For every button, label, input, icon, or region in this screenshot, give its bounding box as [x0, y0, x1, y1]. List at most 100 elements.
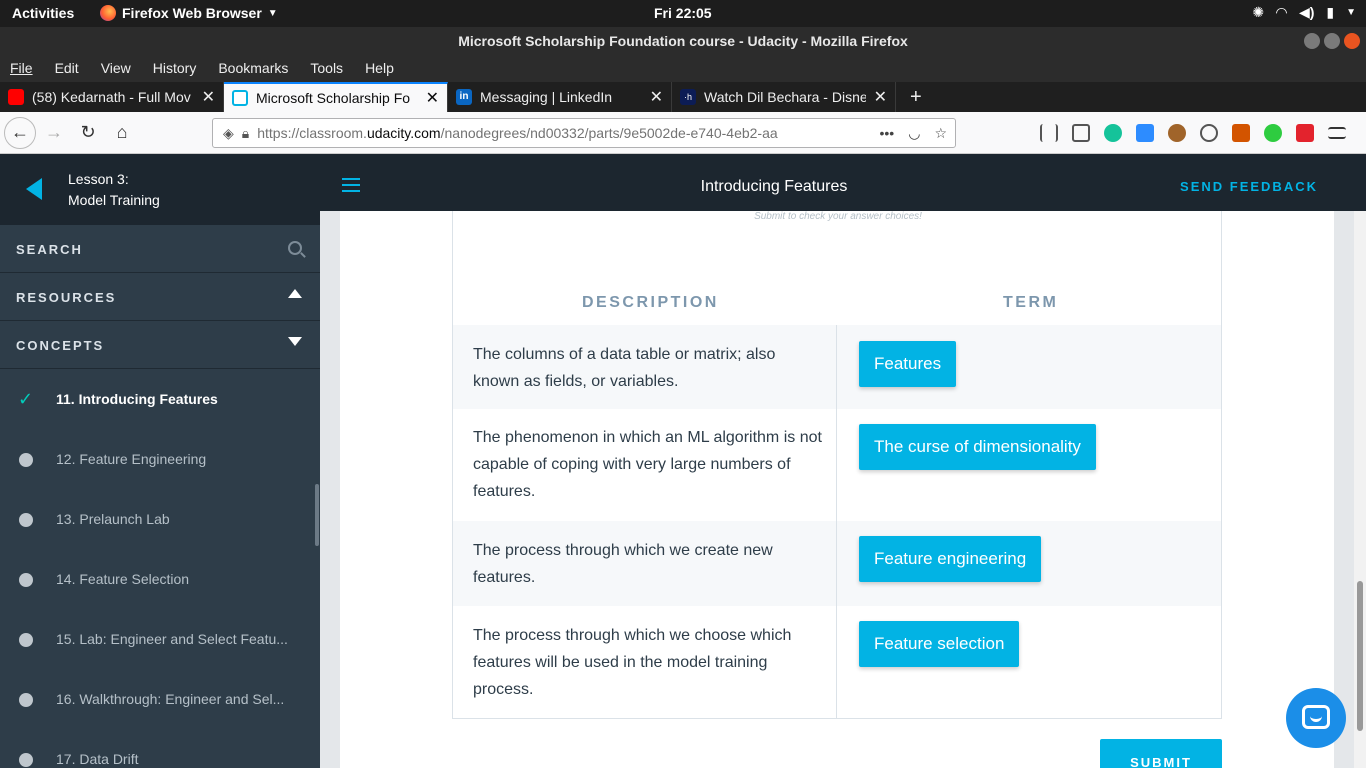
- sidebar-icon[interactable]: [1072, 124, 1090, 142]
- sidebar-scrollbar[interactable]: [315, 484, 319, 546]
- concept-label: 13. Prelaunch Lab: [56, 511, 170, 527]
- term-chip[interactable]: The curse of dimensionality: [859, 424, 1096, 470]
- accessibility-icon[interactable]: ✺: [1252, 4, 1264, 21]
- youtube-icon: [8, 89, 24, 105]
- quiz-hint: Submit to check your answer choices!: [754, 211, 922, 222]
- pocket-icon[interactable]: ◡: [908, 125, 920, 142]
- content-scrollbar[interactable]: [1354, 211, 1366, 768]
- url-path: /nanodegrees/nd00332/parts/9e5002de-e740…: [440, 125, 778, 141]
- chevron-down-icon[interactable]: ▼: [1346, 7, 1356, 18]
- menu-icon[interactable]: [1328, 127, 1346, 139]
- volume-icon[interactable]: ◀): [1299, 4, 1314, 21]
- extension-green-icon[interactable]: [1264, 124, 1282, 142]
- send-feedback-button[interactable]: SEND FEEDBACK: [1180, 179, 1318, 194]
- concept-label: 17. Data Drift: [56, 751, 139, 767]
- tab-linkedin[interactable]: in Messaging | LinkedIn ✕: [448, 82, 672, 112]
- new-tab-button[interactable]: +: [896, 86, 936, 109]
- activities-button[interactable]: Activities: [12, 5, 74, 21]
- incomplete-dot-icon: [19, 693, 33, 707]
- tab-label: Watch Dil Bechara - Disne: [704, 89, 866, 105]
- linkedin-icon: in: [456, 89, 472, 105]
- menu-history[interactable]: History: [143, 55, 197, 82]
- concept-item[interactable]: 14. Feature Selection: [0, 549, 320, 609]
- chat-launcher[interactable]: [1286, 688, 1346, 748]
- url-text[interactable]: https://classroom.udacity.com/nanodegree…: [257, 125, 857, 141]
- back-arrow-icon[interactable]: [26, 178, 42, 200]
- term-chip[interactable]: Feature engineering: [859, 536, 1042, 582]
- incomplete-dot-icon: [19, 753, 33, 767]
- home-button[interactable]: ⌂: [106, 117, 138, 149]
- incomplete-dot-icon: [19, 513, 33, 527]
- tab-label: (58) Kedarnath - Full Mov: [32, 89, 191, 105]
- app-menu[interactable]: Firefox Web Browser ▼: [100, 5, 278, 21]
- concept-item[interactable]: ✓ 11. Introducing Features: [0, 369, 320, 429]
- grammarly-icon[interactable]: [1104, 124, 1122, 142]
- page-actions-icon[interactable]: •••: [880, 125, 895, 142]
- close-tab-icon[interactable]: ✕: [874, 87, 887, 107]
- firefox-icon: [100, 5, 116, 21]
- wifi-icon[interactable]: ◠: [1276, 4, 1287, 21]
- tab-hotstar[interactable]: ·h Watch Dil Bechara - Disne ✕: [672, 82, 896, 112]
- scrollbar-thumb[interactable]: [1357, 581, 1363, 731]
- url-bar[interactable]: ◈ 🔒︎ https://classroom.udacity.com/nanod…: [212, 118, 956, 148]
- menu-edit[interactable]: Edit: [45, 55, 79, 82]
- lock-icon[interactable]: 🔒︎: [242, 125, 249, 142]
- concepts-label: CONCEPTS: [16, 338, 105, 353]
- menu-tools[interactable]: Tools: [300, 55, 343, 82]
- tab-youtube[interactable]: (58) Kedarnath - Full Mov ✕: [0, 82, 224, 112]
- cookie-icon[interactable]: [1168, 124, 1186, 142]
- content-area: Submit to check your answer choices! DES…: [320, 211, 1366, 768]
- forward-button[interactable]: →: [38, 117, 70, 149]
- menu-bookmarks[interactable]: Bookmarks: [208, 55, 288, 82]
- menu-file[interactable]: File: [0, 55, 33, 82]
- concept-item[interactable]: 12. Feature Engineering: [0, 429, 320, 489]
- concept-item[interactable]: 15. Lab: Engineer and Select Featu...: [0, 609, 320, 669]
- term-chip[interactable]: Feature selection: [859, 621, 1020, 667]
- concept-item[interactable]: 16. Walkthrough: Engineer and Sel...: [0, 669, 320, 729]
- extension-red-icon[interactable]: [1296, 124, 1314, 142]
- close-tab-icon[interactable]: ✕: [426, 88, 439, 108]
- caret-down-icon: [288, 337, 302, 346]
- system-top-bar: Activities Firefox Web Browser ▼ Fri 22:…: [0, 0, 1366, 27]
- back-button[interactable]: ←: [4, 116, 36, 149]
- close-tab-icon[interactable]: ✕: [202, 87, 215, 107]
- concept-item[interactable]: 13. Prelaunch Lab: [0, 489, 320, 549]
- zoom-icon[interactable]: [1136, 124, 1154, 142]
- minimize-button[interactable]: [1304, 33, 1320, 49]
- concept-item[interactable]: 17. Data Drift: [0, 729, 320, 768]
- account-icon[interactable]: [1200, 124, 1218, 142]
- menu-view[interactable]: View: [91, 55, 131, 82]
- description-column-header: DESCRIPTION: [582, 294, 719, 311]
- window-title: Microsoft Scholarship Foundation course …: [458, 33, 908, 49]
- sidebar-concepts[interactable]: CONCEPTS: [0, 321, 320, 369]
- library-icon[interactable]: [1040, 124, 1058, 142]
- concept-label: 14. Feature Selection: [56, 571, 190, 587]
- system-tray[interactable]: ✺ ◠ ◀) ▮ ▼: [1252, 4, 1356, 21]
- quiz-row: The columns of a data table or matrix; a…: [453, 325, 1221, 409]
- clock[interactable]: Fri 22:05: [654, 5, 712, 21]
- maximize-button[interactable]: [1324, 33, 1340, 49]
- extension-orange-icon[interactable]: [1232, 124, 1250, 142]
- url-domain: udacity.com: [366, 125, 441, 141]
- lesson-number: Lesson 3:: [68, 171, 129, 187]
- reload-button[interactable]: ↻: [72, 117, 104, 149]
- tab-udacity[interactable]: Microsoft Scholarship Fo ✕: [224, 82, 448, 112]
- row-description: The process through which we create new …: [473, 542, 773, 586]
- lesson-header[interactable]: Lesson 3: Model Training: [0, 154, 320, 225]
- sidebar-search[interactable]: SEARCH: [0, 225, 320, 273]
- menu-bar: File Edit View History Bookmarks Tools H…: [0, 55, 1366, 82]
- tracking-protection-icon[interactable]: ◈: [223, 125, 234, 142]
- search-icon[interactable]: [288, 241, 302, 255]
- tab-strip: (58) Kedarnath - Full Mov ✕ Microsoft Sc…: [0, 82, 1366, 112]
- sidebar-resources[interactable]: RESOURCES: [0, 273, 320, 321]
- term-chip[interactable]: Features: [859, 341, 957, 387]
- row-description: The phenomenon in which an ML algorithm …: [473, 429, 822, 500]
- close-tab-icon[interactable]: ✕: [650, 87, 663, 107]
- battery-icon[interactable]: ▮: [1326, 4, 1334, 21]
- bookmark-star-icon[interactable]: ☆: [934, 125, 947, 142]
- menu-help[interactable]: Help: [355, 55, 394, 82]
- page-title: Introducing Features: [700, 178, 848, 195]
- submit-button[interactable]: SUBMIT: [1100, 739, 1222, 768]
- column-divider: [836, 325, 837, 719]
- close-window-button[interactable]: [1344, 33, 1360, 49]
